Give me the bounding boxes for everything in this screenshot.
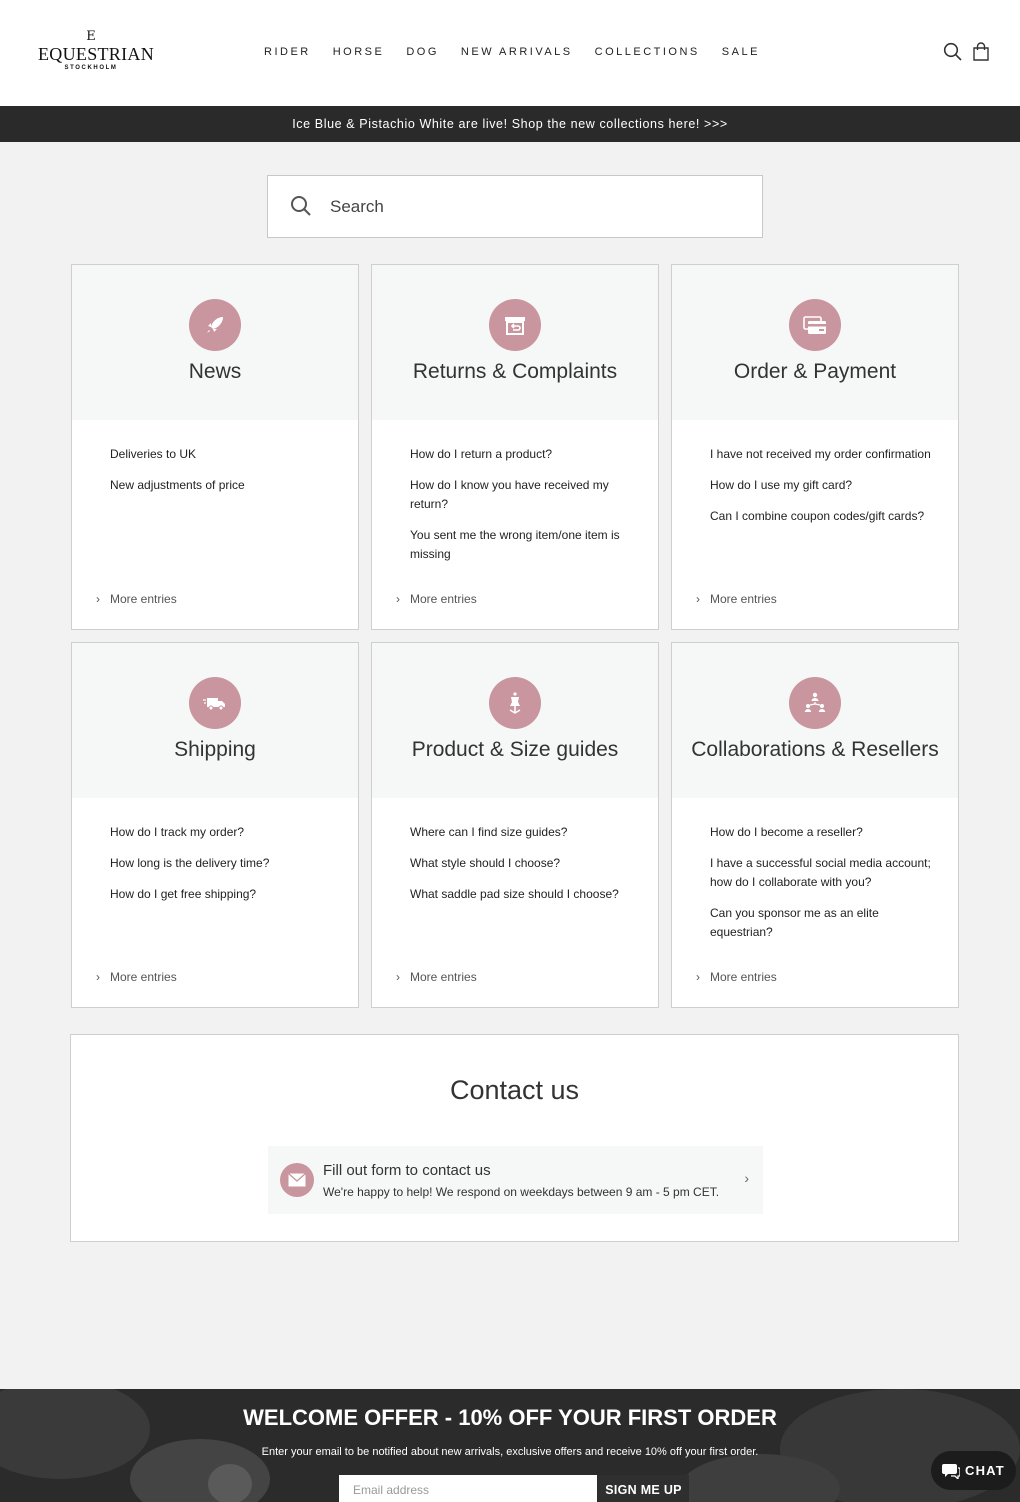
more-entries-label: More entries — [710, 970, 777, 984]
network-icon — [789, 677, 841, 729]
card-title: Collaborations & Resellers — [691, 738, 939, 761]
search-input[interactable] — [330, 176, 750, 237]
list-item[interactable]: How do I use my gift card? — [710, 476, 942, 495]
logo-wordmark: EQUESTRIAN — [38, 44, 154, 64]
category-card-collaborations[interactable]: Collaborations & Resellers How do I beco… — [671, 642, 959, 1008]
card-header: Order & Payment — [672, 265, 958, 420]
entry-list: Where can I find size guides? What style… — [410, 823, 642, 916]
chat-label: CHAT — [965, 1463, 1005, 1478]
more-entries-link[interactable]: › More entries — [96, 592, 177, 606]
list-item[interactable]: How do I track my order? — [110, 823, 342, 842]
list-item[interactable]: What style should I choose? — [410, 854, 642, 873]
chevron-right-icon: › — [396, 592, 400, 606]
nav-item-collections[interactable]: COLLECTIONS — [595, 46, 700, 58]
email-field[interactable] — [339, 1475, 597, 1502]
nav-item-horse[interactable]: HORSE — [333, 46, 385, 58]
nav-item-sale[interactable]: SALE — [722, 46, 760, 58]
list-item[interactable]: Can I combine coupon codes/gift cards? — [710, 507, 942, 526]
nav-item-dog[interactable]: DOG — [406, 46, 439, 58]
welcome-subtitle: Enter your email to be notified about ne… — [261, 1446, 759, 1458]
contact-form-link[interactable]: Fill out form to contact us We're happy … — [268, 1146, 763, 1214]
logo-mark: E — [86, 29, 96, 44]
more-entries-link[interactable]: › More entries — [696, 970, 777, 984]
chevron-right-icon: › — [396, 970, 400, 984]
entry-list: How do I return a product? How do I know… — [410, 445, 642, 576]
card-title: Shipping — [174, 738, 256, 761]
search-box — [267, 175, 763, 238]
credit-card-icon — [789, 299, 841, 351]
nav-item-new-arrivals[interactable]: NEW ARRIVALS — [461, 46, 573, 58]
card-title: Returns & Complaints — [412, 360, 618, 383]
list-item[interactable]: How do I return a product? — [410, 445, 642, 464]
sign-up-button[interactable]: SIGN ME UP — [598, 1475, 689, 1502]
logo-subtitle: STOCKHOLM — [64, 65, 118, 71]
search-icon — [291, 196, 311, 216]
more-entries-label: More entries — [410, 592, 477, 606]
chevron-right-icon: › — [696, 970, 700, 984]
category-card-returns[interactable]: Returns & Complaints How do I return a p… — [371, 264, 659, 630]
return-box-icon — [489, 299, 541, 351]
card-title: Order & Payment — [733, 360, 897, 383]
more-entries-link[interactable]: › More entries — [396, 970, 477, 984]
list-item[interactable]: New adjustments of price — [110, 476, 342, 495]
list-item[interactable]: Where can I find size guides? — [410, 823, 642, 842]
more-entries-link[interactable]: › More entries — [96, 970, 177, 984]
chat-bubble-icon — [942, 1464, 960, 1479]
chat-button[interactable]: CHAT — [931, 1451, 1016, 1490]
more-entries-label: More entries — [110, 592, 177, 606]
contact-title: Contact us — [449, 1075, 580, 1105]
cart-icon[interactable] — [972, 42, 992, 62]
category-card-order-payment[interactable]: Order & Payment I have not received my o… — [671, 264, 959, 630]
promo-banner[interactable]: Ice Blue & Pistachio White are live! Sho… — [0, 106, 1020, 142]
card-title: Product & Size guides — [411, 738, 619, 761]
contact-section: Contact us Fill out form to contact us W… — [70, 1034, 959, 1242]
more-entries-label: More entries — [710, 592, 777, 606]
site-header: E EQUESTRIAN STOCKHOLM RIDER HORSE DOG N… — [0, 0, 1020, 106]
more-entries-link[interactable]: › More entries — [696, 592, 777, 606]
card-header: Shipping — [72, 643, 358, 798]
chevron-right-icon: › — [96, 970, 100, 984]
more-entries-label: More entries — [410, 970, 477, 984]
category-card-shipping[interactable]: Shipping How do I track my order? How lo… — [71, 642, 359, 1008]
newsletter-banner: WELCOME OFFER - 10% OFF YOUR FIRST ORDER… — [0, 1389, 1020, 1502]
category-card-product-size[interactable]: Product & Size guides Where can I find s… — [371, 642, 659, 1008]
mail-icon — [280, 1163, 314, 1197]
chevron-right-icon: › — [696, 592, 700, 606]
card-header: Returns & Complaints — [372, 265, 658, 420]
welcome-headline: WELCOME OFFER - 10% OFF YOUR FIRST ORDER — [243, 1405, 777, 1430]
card-title: News — [188, 360, 242, 383]
contact-form-subtitle: We're happy to help! We respond on weekd… — [323, 1185, 720, 1199]
list-item[interactable]: What saddle pad size should I choose? — [410, 885, 642, 904]
chevron-right-icon: › — [744, 1170, 749, 1186]
truck-icon — [189, 677, 241, 729]
list-item[interactable]: I have not received my order confirmatio… — [710, 445, 942, 464]
list-item[interactable]: Deliveries to UK — [110, 445, 342, 464]
nav-item-rider[interactable]: RIDER — [264, 46, 311, 58]
card-header: News — [72, 265, 358, 420]
entry-list: Deliveries to UK New adjustments of pric… — [110, 445, 342, 507]
contact-form-title: Fill out form to contact us — [323, 1162, 491, 1179]
list-item[interactable]: Can you sponsor me as an elite equestria… — [710, 904, 942, 942]
search-icon[interactable] — [943, 42, 963, 62]
list-item[interactable]: You sent me the wrong item/one item is m… — [410, 526, 642, 564]
rocket-icon — [189, 299, 241, 351]
card-header: Collaborations & Resellers — [672, 643, 958, 798]
more-entries-link[interactable]: › More entries — [396, 592, 477, 606]
brand-logo[interactable]: E EQUESTRIAN STOCKHOLM — [38, 29, 154, 76]
card-header: Product & Size guides — [372, 643, 658, 798]
entry-list: How do I track my order? How long is the… — [110, 823, 342, 916]
mannequin-icon — [489, 677, 541, 729]
main-nav: RIDER HORSE DOG NEW ARRIVALS COLLECTIONS… — [264, 46, 782, 58]
list-item[interactable]: How do I become a reseller? — [710, 823, 942, 842]
chevron-right-icon: › — [96, 592, 100, 606]
list-item[interactable]: I have a successful social media account… — [710, 854, 942, 892]
list-item[interactable]: How long is the delivery time? — [110, 854, 342, 873]
list-item[interactable]: How do I know you have received my retur… — [410, 476, 642, 514]
more-entries-label: More entries — [110, 970, 177, 984]
list-item[interactable]: How do I get free shipping? — [110, 885, 342, 904]
category-card-news[interactable]: News Deliveries to UK New adjustments of… — [71, 264, 359, 630]
entry-list: I have not received my order confirmatio… — [710, 445, 942, 538]
entry-list: How do I become a reseller? I have a suc… — [710, 823, 942, 954]
